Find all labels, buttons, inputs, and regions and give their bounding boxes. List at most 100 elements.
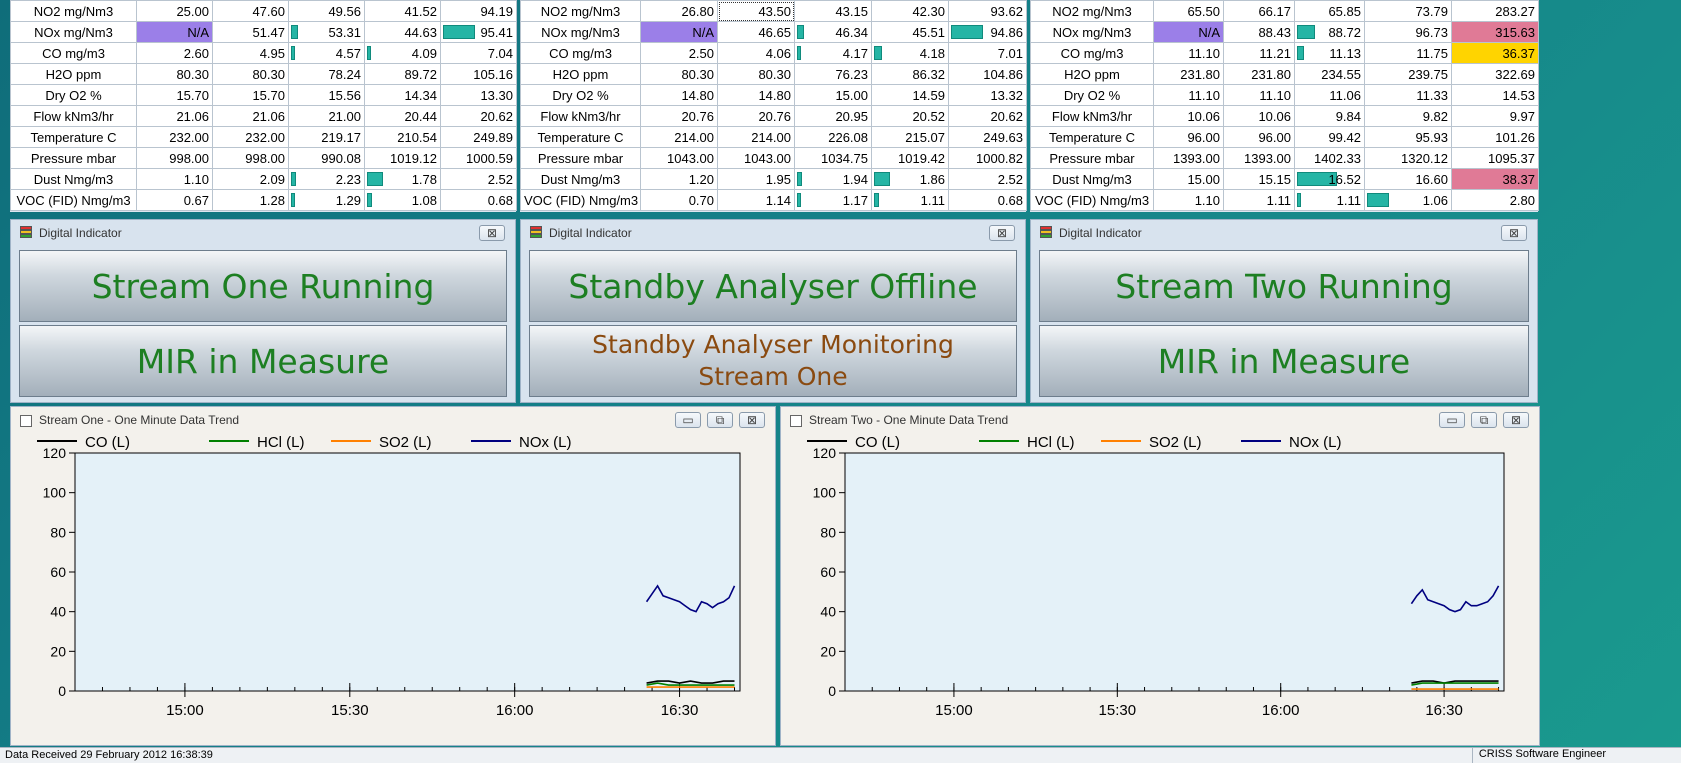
value-cell[interactable]: 1.29: [288, 189, 365, 211]
value-cell[interactable]: 219.17: [288, 126, 365, 148]
value-cell[interactable]: 20.76: [717, 105, 795, 127]
value-cell[interactable]: 226.08: [794, 126, 872, 148]
value-cell[interactable]: 249.63: [948, 126, 1027, 148]
value-cell[interactable]: 14.80: [640, 84, 718, 106]
value-cell[interactable]: 1019.42: [871, 147, 949, 169]
value-cell[interactable]: 10.06: [1223, 105, 1295, 127]
maximize-button[interactable]: ⧉: [707, 412, 733, 428]
value-cell[interactable]: 2.52: [440, 168, 517, 190]
value-cell[interactable]: 1.11: [1223, 189, 1295, 211]
value-cell[interactable]: 1019.12: [364, 147, 441, 169]
value-cell[interactable]: 9.84: [1294, 105, 1365, 127]
value-cell[interactable]: 1.10: [1153, 189, 1224, 211]
value-cell[interactable]: 43.15: [794, 0, 872, 22]
value-cell[interactable]: N/A: [1153, 21, 1224, 43]
close-button[interactable]: ⊠: [1503, 412, 1529, 428]
value-cell[interactable]: 2.09: [212, 168, 289, 190]
value-cell[interactable]: 11.10: [1223, 84, 1295, 106]
value-cell[interactable]: 1.08: [364, 189, 441, 211]
value-cell[interactable]: 4.09: [364, 42, 441, 64]
value-cell[interactable]: 0.67: [136, 189, 213, 211]
value-cell[interactable]: 46.65: [717, 21, 795, 43]
value-cell[interactable]: 16.60: [1364, 168, 1452, 190]
close-button[interactable]: ⊠: [739, 412, 765, 428]
value-cell[interactable]: 1034.75: [794, 147, 872, 169]
value-cell[interactable]: 232.00: [136, 126, 213, 148]
value-cell[interactable]: 88.72: [1294, 21, 1365, 43]
value-cell[interactable]: 101.26: [1451, 126, 1539, 148]
value-cell[interactable]: 1.86: [871, 168, 949, 190]
value-cell[interactable]: 25.00: [136, 0, 213, 22]
value-cell[interactable]: 1.10: [136, 168, 213, 190]
value-cell[interactable]: 20.62: [440, 105, 517, 127]
value-cell[interactable]: 1.06: [1364, 189, 1452, 211]
value-cell[interactable]: 1.17: [794, 189, 872, 211]
value-cell[interactable]: 239.75: [1364, 63, 1452, 85]
value-cell[interactable]: 80.30: [640, 63, 718, 85]
value-cell[interactable]: 249.89: [440, 126, 517, 148]
value-cell[interactable]: 231.80: [1153, 63, 1224, 85]
value-cell[interactable]: 998.00: [136, 147, 213, 169]
value-cell[interactable]: 15.70: [136, 84, 213, 106]
value-cell[interactable]: 94.86: [948, 21, 1027, 43]
value-cell[interactable]: 21.06: [212, 105, 289, 127]
value-cell[interactable]: 21.06: [136, 105, 213, 127]
value-cell[interactable]: 42.30: [871, 0, 949, 22]
value-cell[interactable]: 1393.00: [1153, 147, 1224, 169]
value-cell[interactable]: 104.86: [948, 63, 1027, 85]
value-cell[interactable]: 15.00: [1153, 168, 1224, 190]
value-cell[interactable]: N/A: [136, 21, 213, 43]
value-cell[interactable]: 1320.12: [1364, 147, 1452, 169]
value-cell[interactable]: 2.80: [1451, 189, 1539, 211]
value-cell[interactable]: 234.55: [1294, 63, 1365, 85]
value-cell[interactable]: 1000.82: [948, 147, 1027, 169]
value-cell[interactable]: 96.73: [1364, 21, 1452, 43]
value-cell[interactable]: 215.07: [871, 126, 949, 148]
maximize-button[interactable]: ⧉: [1471, 412, 1497, 428]
value-cell[interactable]: 53.31: [288, 21, 365, 43]
close-button[interactable]: ⊠: [1501, 225, 1527, 241]
value-cell[interactable]: 7.01: [948, 42, 1027, 64]
value-cell[interactable]: 214.00: [717, 126, 795, 148]
value-cell[interactable]: 10.06: [1153, 105, 1224, 127]
value-cell[interactable]: 65.50: [1153, 0, 1224, 22]
value-cell[interactable]: 20.52: [871, 105, 949, 127]
value-cell[interactable]: 47.60: [212, 0, 289, 22]
value-cell[interactable]: 65.85: [1294, 0, 1365, 22]
value-cell[interactable]: 7.04: [440, 42, 517, 64]
value-cell[interactable]: 990.08: [288, 147, 365, 169]
value-cell[interactable]: 0.68: [440, 189, 517, 211]
value-cell[interactable]: 11.33: [1364, 84, 1452, 106]
value-cell[interactable]: 15.00: [794, 84, 872, 106]
value-cell[interactable]: 20.62: [948, 105, 1027, 127]
value-cell[interactable]: 26.80: [640, 0, 718, 22]
value-cell[interactable]: 283.27: [1451, 0, 1539, 22]
value-cell[interactable]: 214.00: [640, 126, 718, 148]
value-cell[interactable]: 86.32: [871, 63, 949, 85]
value-cell[interactable]: 96.00: [1153, 126, 1224, 148]
value-cell[interactable]: 14.53: [1451, 84, 1539, 106]
value-cell[interactable]: 322.69: [1451, 63, 1539, 85]
value-cell[interactable]: 1.20: [640, 168, 718, 190]
value-cell[interactable]: 105.16: [440, 63, 517, 85]
value-cell[interactable]: 99.42: [1294, 126, 1365, 148]
value-cell[interactable]: 76.23: [794, 63, 872, 85]
value-cell[interactable]: 9.97: [1451, 105, 1539, 127]
value-cell[interactable]: 4.18: [871, 42, 949, 64]
value-cell[interactable]: 80.30: [717, 63, 795, 85]
value-cell[interactable]: 94.19: [440, 0, 517, 22]
value-cell[interactable]: 14.80: [717, 84, 795, 106]
value-cell[interactable]: 11.10: [1153, 42, 1224, 64]
value-cell[interactable]: 1.11: [871, 189, 949, 211]
value-cell[interactable]: 66.17: [1223, 0, 1295, 22]
minimize-button[interactable]: ▭: [675, 412, 701, 428]
value-cell[interactable]: 315.63: [1451, 21, 1539, 43]
value-cell[interactable]: 1402.33: [1294, 147, 1365, 169]
value-cell[interactable]: 11.06: [1294, 84, 1365, 106]
value-cell[interactable]: 4.95: [212, 42, 289, 64]
value-cell[interactable]: 1393.00: [1223, 147, 1295, 169]
value-cell[interactable]: 20.95: [794, 105, 872, 127]
value-cell[interactable]: 998.00: [212, 147, 289, 169]
value-cell[interactable]: 44.63: [364, 21, 441, 43]
value-cell[interactable]: 1000.59: [440, 147, 517, 169]
